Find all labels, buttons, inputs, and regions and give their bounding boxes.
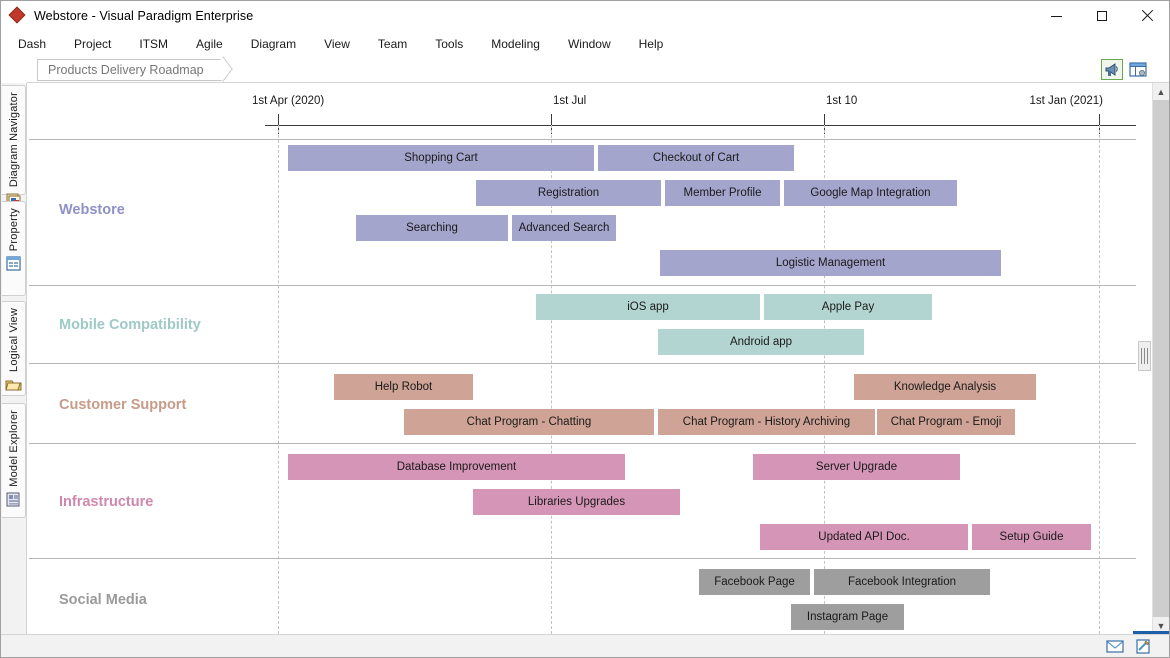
panel-layout-icon[interactable] xyxy=(1127,59,1149,80)
sidebar-tab-label: Logical View xyxy=(8,308,20,372)
task-bar[interactable]: Updated API Doc. xyxy=(760,524,968,550)
sidebar-tab-diagram-navigator[interactable]: Diagram Navigator xyxy=(2,85,26,195)
accent-line xyxy=(1133,631,1169,634)
row-label-mobile-compatibility: Mobile Compatibility xyxy=(59,317,201,333)
sidebar-tab-label: Diagram Navigator xyxy=(8,92,20,187)
task-bar[interactable]: Database Improvement xyxy=(288,454,625,480)
task-bar[interactable]: Chat Program - History Archiving xyxy=(658,409,875,435)
scroll-thumb[interactable] xyxy=(1153,100,1169,617)
task-bar[interactable]: Android app xyxy=(658,329,864,355)
menu-item-project[interactable]: Project xyxy=(63,34,122,54)
task-bar[interactable]: Help Robot xyxy=(334,374,473,400)
row-separator xyxy=(29,443,1136,444)
model-explorer-icon xyxy=(5,491,22,508)
row-label-webstore: Webstore xyxy=(59,202,125,218)
row-label-customer-support: Customer Support xyxy=(59,397,186,413)
row-separator xyxy=(29,363,1136,364)
horizontal-splitter-handle[interactable] xyxy=(1138,341,1151,371)
axis-tick-label: 1st 10 xyxy=(826,95,857,107)
close-button[interactable] xyxy=(1124,1,1169,31)
scroll-up-arrow-icon[interactable]: ▲ xyxy=(1153,83,1169,100)
sidebar-tab-model-explorer[interactable]: Model Explorer xyxy=(2,403,26,518)
window-title: Webstore - Visual Paradigm Enterprise xyxy=(34,9,253,23)
task-bar[interactable]: Searching xyxy=(356,215,508,241)
task-bar[interactable]: Shopping Cart xyxy=(288,145,594,171)
window-controls xyxy=(1034,1,1169,31)
property-icon xyxy=(5,255,22,272)
row-separator xyxy=(29,139,1136,140)
task-bar[interactable]: Registration xyxy=(476,180,661,206)
menu-item-diagram[interactable]: Diagram xyxy=(240,34,307,54)
sidebar-tab-label: Model Explorer xyxy=(8,410,20,487)
menu-bar: Dash Project ITSM Agile Diagram View Team Tools… xyxy=(1,31,1169,57)
menu-item-agile[interactable]: Agile xyxy=(185,34,234,54)
diamond-logo-icon xyxy=(10,8,26,24)
menu-item-help[interactable]: Help xyxy=(628,34,675,54)
task-bar[interactable]: Chat Program - Chatting xyxy=(404,409,654,435)
menu-item-dash[interactable]: Dash xyxy=(7,34,57,54)
title-bar: Webstore - Visual Paradigm Enterprise xyxy=(1,1,1169,31)
task-bar[interactable]: Google Map Integration xyxy=(784,180,957,206)
status-bar xyxy=(1,634,1169,657)
task-bar[interactable]: Member Profile xyxy=(665,180,780,206)
roadmap-chart: 1st Apr (2020) 1st Jul 1st 10 1st Jan (2021… xyxy=(27,83,1136,634)
menu-item-view[interactable]: View xyxy=(313,34,361,54)
task-bar[interactable]: iOS app xyxy=(536,294,760,320)
vertical-scrollbar[interactable]: ▲ ▼ xyxy=(1152,83,1168,634)
breadcrumb-bar: Products Delivery Roadmap xyxy=(27,57,1169,83)
task-bar[interactable]: Apple Pay xyxy=(764,294,932,320)
sidebar-tab-logical-view[interactable]: Logical View xyxy=(2,301,26,396)
task-bar[interactable]: Knowledge Analysis xyxy=(854,374,1036,400)
application-window: Webstore - Visual Paradigm Enterprise Da… xyxy=(0,0,1170,658)
task-bar[interactable]: Facebook Page xyxy=(699,569,810,595)
minimize-button[interactable] xyxy=(1034,1,1079,31)
menu-item-team[interactable]: Team xyxy=(367,34,418,54)
timeline-axis xyxy=(265,125,1136,126)
row-separator xyxy=(29,558,1136,559)
breadcrumb-label: Products Delivery Roadmap xyxy=(48,63,204,77)
task-bar[interactable]: Server Upgrade xyxy=(753,454,960,480)
axis-tick-label: 1st Jan (2021) xyxy=(1029,95,1103,107)
megaphone-icon[interactable] xyxy=(1101,59,1123,80)
sidebar-tab-label: Property xyxy=(8,208,20,251)
sidebar-tab-property[interactable]: Property xyxy=(2,201,26,296)
task-bar[interactable]: Chat Program - Emoji xyxy=(877,409,1015,435)
axis-tick-label: 1st Jul xyxy=(553,95,586,107)
row-label-infrastructure: Infrastructure xyxy=(59,494,153,510)
maximize-button[interactable] xyxy=(1079,1,1124,31)
mail-icon[interactable] xyxy=(1105,638,1125,655)
menu-item-tools[interactable]: Tools xyxy=(424,34,474,54)
task-bar[interactable]: Advanced Search xyxy=(512,215,616,241)
task-bar[interactable]: Checkout of Cart xyxy=(598,145,794,171)
breadcrumb[interactable]: Products Delivery Roadmap xyxy=(37,59,222,81)
toolbar-icons xyxy=(1101,59,1169,80)
row-label-social-media: Social Media xyxy=(59,592,147,608)
note-edit-icon[interactable] xyxy=(1133,638,1153,655)
logical-view-icon xyxy=(5,376,22,393)
menu-item-itsm[interactable]: ITSM xyxy=(128,34,179,54)
axis-tick-label: 1st Apr (2020) xyxy=(252,95,324,107)
menu-item-window[interactable]: Window xyxy=(557,34,622,54)
task-bar[interactable]: Setup Guide xyxy=(972,524,1091,550)
row-separator xyxy=(29,285,1136,286)
left-dock: Diagram Navigator Property Logical View Mod… xyxy=(1,83,27,634)
task-bar[interactable]: Facebook Integration xyxy=(814,569,990,595)
menu-item-modeling[interactable]: Modeling xyxy=(480,34,551,54)
task-bar[interactable]: Instagram Page xyxy=(791,604,904,630)
task-bar[interactable]: Logistic Management xyxy=(660,250,1001,276)
task-bar[interactable]: Libraries Upgrades xyxy=(473,489,680,515)
